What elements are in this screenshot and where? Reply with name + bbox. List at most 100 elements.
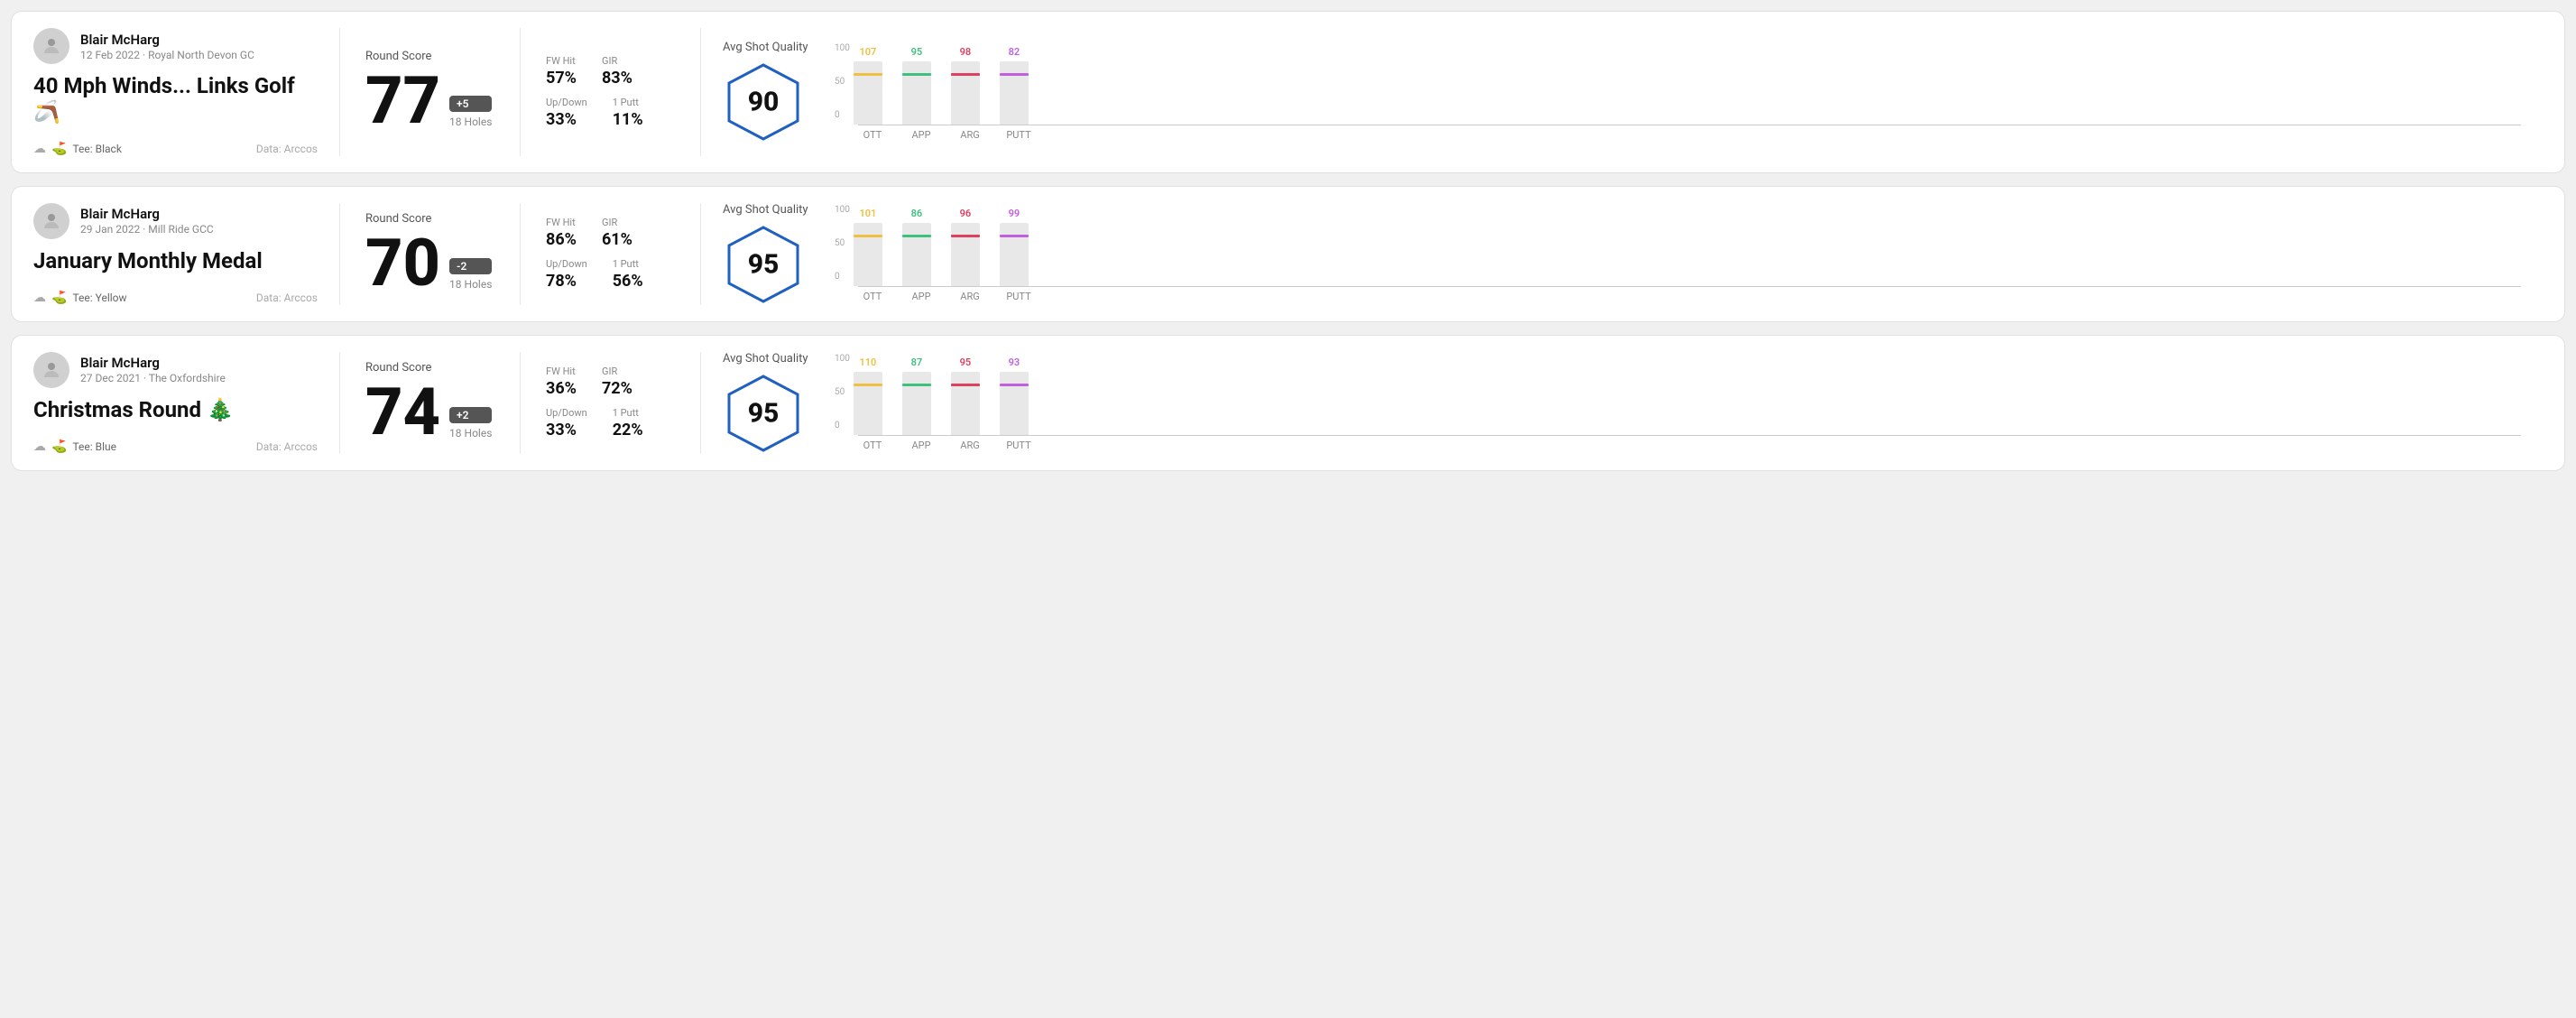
user-meta: 29 Jan 2022 · Mill Ride GCC: [80, 223, 214, 236]
chart-col-putt: 93: [1000, 356, 1029, 435]
bar-fill-bg: [1000, 85, 1029, 125]
bar-value-arg: 98: [960, 46, 972, 58]
user-name: Blair McHarg: [80, 206, 214, 222]
stats-section: FW Hit 57% GIR 83% Up/Down 33% 1 Putt: [521, 28, 701, 156]
weather-icon: ☁: [33, 440, 46, 454]
bar-line-ott: [854, 235, 882, 237]
avatar: [33, 203, 69, 239]
round-card: Blair McHarg 27 Dec 2021 · The Oxfordshi…: [11, 335, 2565, 471]
gir-stat: GIR 83%: [602, 55, 632, 88]
chart-inner: 100 50 0 110 87: [835, 354, 2521, 435]
bar-bg-putt: [1000, 61, 1029, 125]
user-info: Blair McHarg 12 Feb 2022 · Royal North D…: [80, 32, 254, 61]
y-label-0: 0: [835, 421, 850, 430]
left-section: Blair McHarg 29 Jan 2022 · Mill Ride GCC…: [33, 203, 340, 305]
x-axis-labels: OTTAPPARGPUTT: [858, 291, 2521, 302]
round-title: 40 Mph Winds... Links Golf 🪃: [33, 73, 318, 125]
fw-hit-label: FW Hit: [546, 366, 577, 377]
round-title: January Monthly Medal: [33, 248, 318, 274]
bar-value-ott: 110: [859, 356, 876, 368]
chart-x-label: PUTT: [1004, 291, 1033, 302]
hexagon: 95: [723, 373, 804, 454]
stats-row-top: FW Hit 57% GIR 83%: [546, 55, 675, 88]
fw-hit-value: 57%: [546, 69, 577, 88]
y-label-50: 50: [835, 77, 850, 87]
oneputt-value: 56%: [613, 272, 643, 291]
quality-label: Avg Shot Quality: [723, 352, 808, 366]
bar-bg-arg: [951, 61, 980, 125]
user-info: Blair McHarg 29 Jan 2022 · Mill Ride GCC: [80, 206, 214, 236]
weather-icon: ☁: [33, 291, 46, 305]
stats-row-top: FW Hit 86% GIR 61%: [546, 217, 675, 249]
chart-columns: 110 87 95: [854, 354, 2521, 435]
score-label: Round Score: [365, 212, 494, 226]
user-name: Blair McHarg: [80, 355, 226, 371]
bar-value-app: 87: [911, 356, 923, 368]
x-axis-line: [858, 435, 2521, 436]
score-holes: 18 Holes: [449, 116, 492, 128]
round-card: Blair McHarg 29 Jan 2022 · Mill Ride GCC…: [11, 186, 2565, 322]
avatar: [33, 28, 69, 64]
score-label: Round Score: [365, 361, 494, 375]
score-section: Round Score 77 +5 18 Holes: [340, 28, 521, 156]
chart-col-app: 86: [902, 208, 931, 286]
weather-icon: ☁: [33, 142, 46, 156]
score-section: Round Score 70 -2 18 Holes: [340, 203, 521, 305]
bar-fill-bg: [951, 77, 980, 125]
x-axis-labels: OTTAPPARGPUTT: [858, 440, 2521, 451]
avatar: [33, 352, 69, 388]
tee-label: Tee: Black: [72, 143, 121, 155]
bar-line-putt: [1000, 73, 1029, 76]
quality-section: Avg Shot Quality 95 100 50 0: [701, 352, 2543, 454]
bar-value-putt: 82: [1009, 46, 1020, 58]
tee-label: Tee: Blue: [72, 440, 116, 453]
bar-line-app: [902, 73, 931, 76]
bar-fill-bg: [854, 237, 882, 286]
x-axis-labels: OTTAPPARGPUTT: [858, 129, 2521, 141]
y-label-50: 50: [835, 387, 850, 397]
bar-fill-bg: [951, 239, 980, 286]
quality-left: Avg Shot Quality 90: [723, 41, 813, 143]
round-card: Blair McHarg 12 Feb 2022 · Royal North D…: [11, 11, 2565, 173]
chart-col-arg: 95: [951, 356, 980, 435]
score-holes: 18 Holes: [449, 278, 492, 291]
gir-stat: GIR 72%: [602, 366, 632, 398]
chart-inner: 100 50 0 107 95: [835, 43, 2521, 125]
gir-label: GIR: [602, 55, 632, 67]
chart-x-label: APP: [907, 440, 936, 451]
chart-columns: 101 86 96: [854, 205, 2521, 286]
oneputt-value: 11%: [613, 110, 643, 129]
updown-value: 33%: [546, 110, 587, 129]
quality-section: Avg Shot Quality 95 100 50 0: [701, 203, 2543, 305]
quality-section: Avg Shot Quality 90 100 50 0: [701, 28, 2543, 156]
data-source: Data: Arccos: [256, 143, 318, 155]
user-row: Blair McHarg 12 Feb 2022 · Royal North D…: [33, 28, 318, 64]
bar-line-arg: [951, 73, 980, 76]
hexagon-score: 95: [748, 397, 780, 429]
y-label-50: 50: [835, 238, 850, 248]
bar-bg-putt: [1000, 223, 1029, 286]
gir-stat: GIR 61%: [602, 217, 632, 249]
left-section: Blair McHarg 27 Dec 2021 · The Oxfordshi…: [33, 352, 340, 454]
gir-value: 83%: [602, 69, 632, 88]
hexagon: 90: [723, 61, 804, 143]
bar-value-putt: 93: [1009, 356, 1020, 368]
bar-fill-bg: [1000, 390, 1029, 435]
person-icon: [41, 359, 62, 381]
stats-section: FW Hit 86% GIR 61% Up/Down 78% 1 Putt: [521, 203, 701, 305]
bar-chart: 100 50 0 101 86: [835, 205, 2521, 302]
score-holes: 18 Holes: [449, 427, 492, 440]
person-icon: [41, 35, 62, 57]
fw-hit-stat: FW Hit 57%: [546, 55, 577, 88]
data-source: Data: Arccos: [256, 292, 318, 304]
chart-col-ott: 107: [854, 46, 882, 125]
bar-fill-bg: [902, 393, 931, 435]
chart-x-label: OTT: [858, 129, 887, 141]
user-meta: 27 Dec 2021 · The Oxfordshire: [80, 372, 226, 384]
golf-icon: ⛳: [51, 291, 67, 305]
bar-line-ott: [854, 73, 882, 76]
score-number: 70: [365, 231, 440, 296]
bar-value-ott: 107: [859, 46, 876, 58]
bar-bg-ott: [854, 61, 882, 125]
bar-value-putt: 99: [1009, 208, 1020, 219]
